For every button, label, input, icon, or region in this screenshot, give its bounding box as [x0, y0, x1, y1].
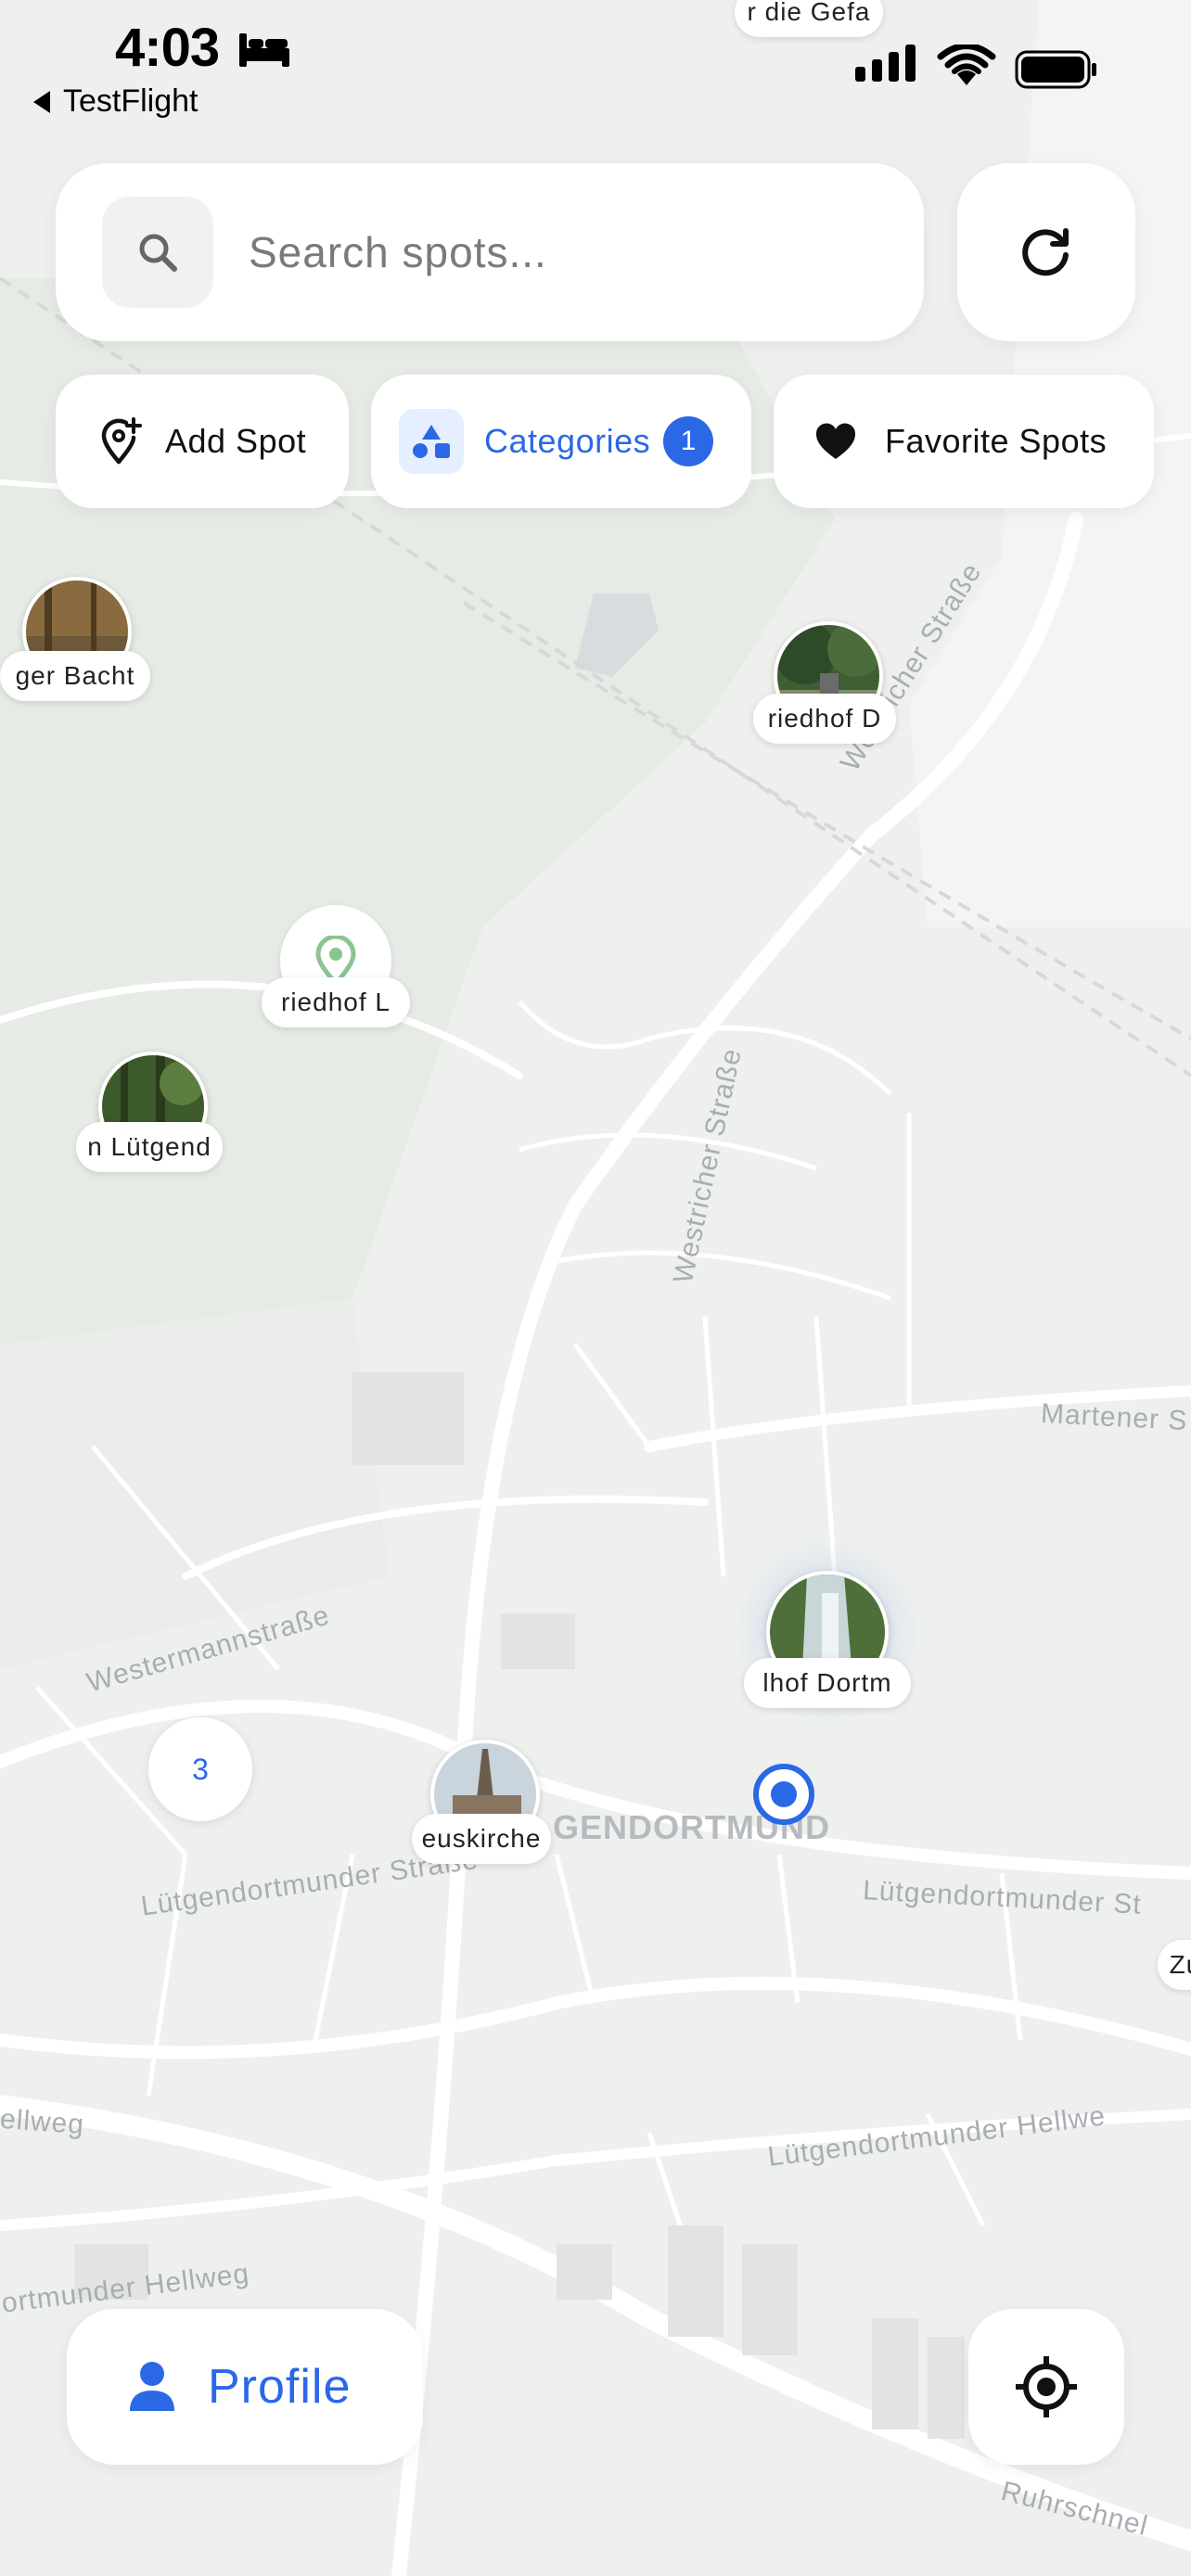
add-spot-button[interactable]: Add Spot	[56, 375, 349, 508]
cluster-count: 3	[192, 1752, 209, 1786]
search-icon	[139, 234, 177, 272]
refresh-button[interactable]	[957, 163, 1135, 341]
search-button[interactable]	[102, 197, 213, 308]
spot-marker-label[interactable]: lhof Dortm	[744, 1658, 911, 1708]
add-spot-label: Add Spot	[165, 422, 307, 460]
search-input[interactable]: Search spots...	[249, 227, 547, 277]
wifi-icon	[937, 45, 996, 85]
refresh-icon	[1022, 228, 1069, 276]
back-arrow-icon	[33, 90, 50, 113]
sleep-focus-icon	[239, 33, 289, 67]
spot-marker-label[interactable]: riedhof D	[753, 694, 896, 744]
street-label: ellweg	[0, 2103, 86, 2141]
battery-icon	[1015, 50, 1096, 89]
spot-cluster[interactable]: 3	[148, 1717, 252, 1821]
user-icon	[130, 2362, 174, 2411]
back-to-testflight[interactable]: TestFlight	[33, 83, 198, 120]
current-location-dot	[753, 1764, 814, 1825]
search-bar[interactable]: Search spots...	[56, 163, 924, 341]
category-shapes-icon	[413, 425, 450, 458]
category-icon-box	[399, 409, 464, 474]
profile-label: Profile	[208, 2360, 352, 2414]
spot-marker-label[interactable]: riedhof L	[262, 977, 410, 1027]
heart-icon	[815, 423, 856, 459]
spot-marker-label[interactable]: r die Gefa	[735, 0, 883, 37]
back-label: TestFlight	[63, 83, 198, 119]
my-location-button[interactable]	[968, 2309, 1124, 2465]
categories-count-badge: 1	[663, 416, 714, 466]
profile-button[interactable]: Profile	[67, 2309, 423, 2465]
cellular-signal-icon	[855, 45, 916, 82]
crosshair-icon	[1016, 2356, 1077, 2417]
favorite-spots-button[interactable]: Favorite Spots	[774, 375, 1154, 508]
add-location-icon	[101, 417, 142, 465]
categories-label: Categories	[484, 422, 651, 460]
spot-marker-label[interactable]: n Lütgend	[76, 1122, 223, 1172]
spot-marker-label[interactable]: ger Bacht	[0, 651, 150, 701]
favorite-spots-label: Favorite Spots	[885, 422, 1108, 460]
categories-button[interactable]: Categories 1	[371, 375, 751, 508]
status-time: 4:03	[115, 18, 220, 78]
spot-marker-label[interactable]: euskirche	[412, 1814, 551, 1864]
